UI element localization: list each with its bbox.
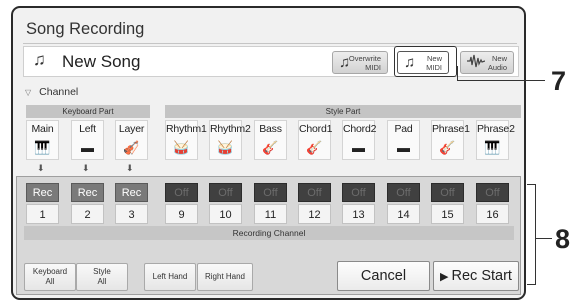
overwrite-midi-button[interactable]: ♫ Overwrite MIDI xyxy=(332,51,388,74)
callout-number-7: 7 xyxy=(551,66,567,96)
part-name: Bass xyxy=(259,123,282,135)
channel-16-status-button[interactable]: Off xyxy=(476,183,509,202)
part-pad[interactable]: Pad ▬ xyxy=(387,120,420,160)
part-name: Main xyxy=(31,123,54,135)
part-phrase1[interactable]: Phrase1 🎸 xyxy=(431,120,470,160)
channel-13-status-button[interactable]: Off xyxy=(342,183,375,202)
part-bass[interactable]: Bass 🎸 xyxy=(254,120,287,160)
guitar-icon: 🎸 xyxy=(439,140,456,155)
grand-piano-icon: 🎹 xyxy=(484,140,501,155)
style-part-header: Style Part xyxy=(165,105,521,118)
drums-icon: 🥁 xyxy=(217,140,234,155)
play-icon: ▶ xyxy=(440,270,449,283)
channel-2-status-button[interactable]: Rec xyxy=(71,183,104,202)
channel-9-status-button[interactable]: Off xyxy=(165,183,198,202)
channel-3-status-button[interactable]: Rec xyxy=(115,183,148,202)
arrow-down-icon: ⬇ xyxy=(82,163,90,173)
part-name: Rhythm2 xyxy=(210,123,251,135)
channel-15-status-button[interactable]: Off xyxy=(431,183,464,202)
channel-section-header[interactable]: ▽ Channel xyxy=(25,86,78,98)
channel-10-status-button[interactable]: Off xyxy=(209,183,242,202)
channel-11-number: 11 xyxy=(254,204,287,224)
part-chord2[interactable]: Chord2 ▬ xyxy=(342,120,377,160)
part-left[interactable]: Left ▬ xyxy=(71,120,104,160)
part-layer[interactable]: Layer 🎻 xyxy=(115,120,148,160)
channel-13-number: 13 xyxy=(342,204,375,224)
part-name: Pad xyxy=(394,123,413,135)
expand-triangle-icon: ▽ xyxy=(25,88,32,97)
rec-start-label: Rec Start xyxy=(451,268,512,284)
rec-start-button[interactable]: ▶ Rec Start xyxy=(433,261,519,291)
channel-3-number: 3 xyxy=(115,204,148,224)
channel-14-status-button[interactable]: Off xyxy=(387,183,420,202)
style-all-button[interactable]: Style All xyxy=(76,263,128,291)
cancel-button[interactable]: Cancel xyxy=(337,261,430,291)
part-name: Chord1 xyxy=(299,123,333,135)
new-audio-button[interactable]: New Audio xyxy=(460,51,514,74)
part-name: Chord2 xyxy=(343,123,377,135)
channel-15-number: 15 xyxy=(431,204,464,224)
callout-bracket xyxy=(527,184,536,285)
channel-16-number: 16 xyxy=(476,204,509,224)
callout-leader-line xyxy=(536,238,552,239)
callout-highlight-box xyxy=(394,46,457,77)
part-name: Phrase1 xyxy=(432,123,470,135)
right-hand-button[interactable]: Right Hand xyxy=(197,263,253,291)
part-name: Rhythm1 xyxy=(166,123,207,135)
channel-2-number: 2 xyxy=(71,204,104,224)
music-note-icon: ♫ xyxy=(33,50,46,69)
keyboard-icon: ▬ xyxy=(352,140,365,155)
part-name: Phrase2 xyxy=(477,123,515,135)
channel-label: Channel xyxy=(39,86,79,98)
callout-leader-line xyxy=(457,80,545,81)
part-phrase2[interactable]: Phrase2 🎹 xyxy=(476,120,515,160)
recording-channel-label: Recording Channel xyxy=(24,226,514,240)
title-divider xyxy=(23,43,517,44)
bass-guitar-icon: 🎸 xyxy=(262,140,279,155)
arrow-down-icon: ⬇ xyxy=(37,163,45,173)
part-chord1[interactable]: Chord1 🎸 xyxy=(298,120,333,160)
part-main[interactable]: Main 🎹 xyxy=(26,120,59,160)
channel-11-status-button[interactable]: Off xyxy=(254,183,287,202)
part-rhythm2[interactable]: Rhythm2 🥁 xyxy=(209,120,251,160)
part-name: Left xyxy=(79,123,96,135)
channel-9-number: 9 xyxy=(165,204,198,224)
waveform-icon xyxy=(467,54,486,72)
callout-number-8: 8 xyxy=(555,224,571,254)
keyboard-all-button[interactable]: Keyboard All xyxy=(24,263,76,291)
window-title: Song Recording xyxy=(26,20,145,38)
left-hand-button[interactable]: Left Hand xyxy=(144,263,196,291)
channel-12-status-button[interactable]: Off xyxy=(298,183,331,202)
callout-leader-line xyxy=(457,66,458,81)
song-name: New Song xyxy=(62,52,141,71)
channel-1-number: 1 xyxy=(26,204,59,224)
arrow-down-icon: ⬇ xyxy=(126,163,134,173)
part-name: Layer xyxy=(118,123,145,135)
channel-1-status-button[interactable]: Rec xyxy=(26,183,59,202)
violin-icon: 🎻 xyxy=(123,140,140,155)
channel-14-number: 14 xyxy=(387,204,420,224)
guitar-icon: 🎸 xyxy=(306,140,323,155)
drums-icon: 🥁 xyxy=(173,140,190,155)
grand-piano-icon: 🎹 xyxy=(34,140,51,155)
channel-10-number: 10 xyxy=(209,204,242,224)
keyboard-icon: ▬ xyxy=(397,140,410,155)
keyboard-icon: ▬ xyxy=(81,140,94,155)
channel-12-number: 12 xyxy=(298,204,331,224)
keyboard-part-header: Keyboard Part xyxy=(26,105,150,118)
part-rhythm1[interactable]: Rhythm1 🥁 xyxy=(165,120,207,160)
